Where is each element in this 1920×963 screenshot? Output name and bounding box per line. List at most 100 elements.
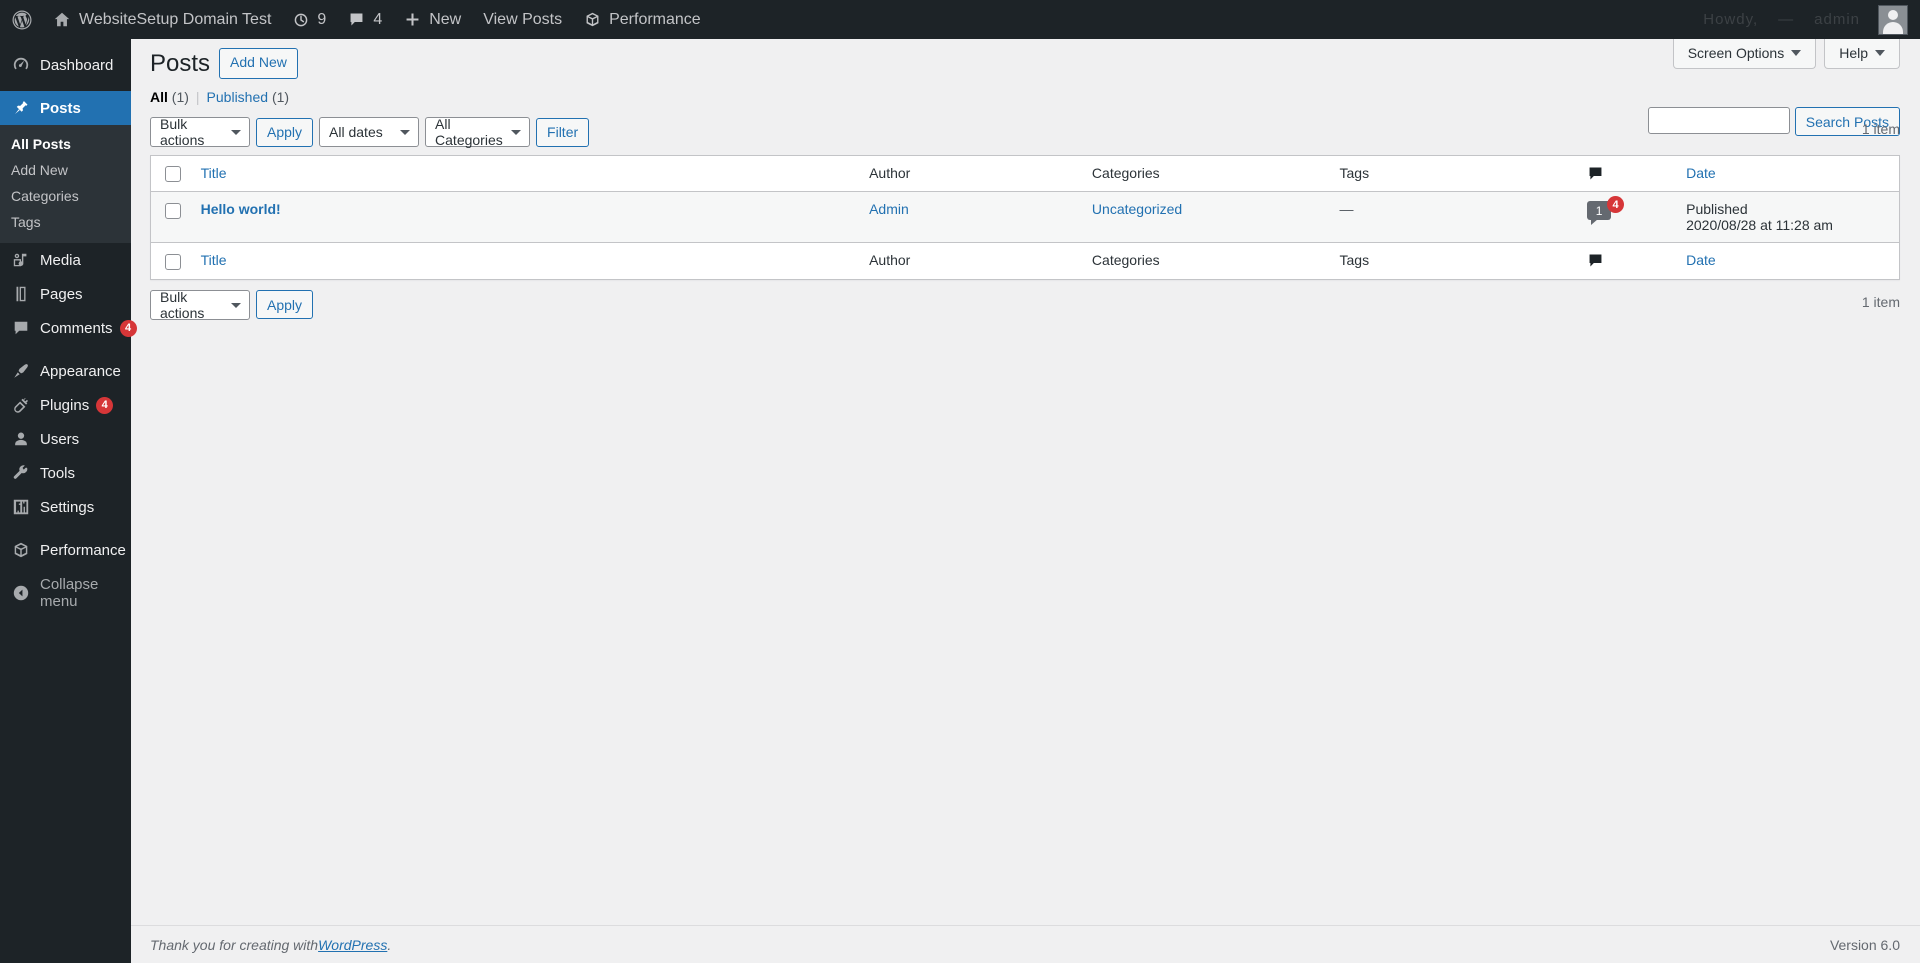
column-tags-footer: Tags	[1329, 242, 1578, 278]
admin-footer: Thank you for creating with WordPress . …	[131, 925, 1920, 963]
new-content-menu[interactable]: New	[393, 0, 472, 39]
sidebar-separator	[0, 524, 131, 533]
sidebar-item-comments[interactable]: Comments 4	[0, 311, 137, 345]
row-checkbox[interactable]	[165, 202, 181, 219]
sidebar-item-posts[interactable]: Posts	[0, 91, 139, 125]
sidebar-separator	[0, 345, 131, 354]
row-author-cell: Admin	[859, 192, 1082, 242]
sort-by-title-link-footer[interactable]: Title	[201, 252, 227, 268]
comments-menu[interactable]: 4	[337, 0, 393, 39]
view-all-link[interactable]: All	[150, 89, 168, 105]
plus-icon	[404, 11, 421, 28]
sidebar-item-appearance[interactable]: Appearance	[0, 354, 131, 388]
collapse-menu-label: Collapse menu	[40, 576, 99, 610]
view-published-link[interactable]: Published	[207, 89, 269, 105]
post-title-link[interactable]: Hello world!	[201, 201, 281, 217]
help-toggle[interactable]: Help	[1824, 39, 1900, 69]
bulk-actions-select-bottom[interactable]: Bulk actions	[150, 289, 250, 321]
row-date-cell: Published 2020/08/28 at 11:28 am	[1676, 192, 1899, 242]
performance-menu[interactable]: Performance	[573, 0, 712, 39]
howdy-ghost-dash: —	[1778, 11, 1795, 28]
view-posts-label: View Posts	[483, 10, 563, 28]
row-title-cell: Hello world!	[191, 192, 859, 242]
avatar[interactable]	[1878, 4, 1908, 35]
plugins-update-badge: 4	[96, 396, 114, 414]
select-all-checkbox-top[interactable]	[165, 166, 181, 183]
site-name-menu[interactable]: WebsiteSetup Domain Test	[42, 0, 282, 39]
apply-bulk-action-button-bottom[interactable]: Apply	[256, 290, 314, 320]
view-all[interactable]: All (1)	[150, 89, 189, 105]
screen-options-toggle[interactable]: Screen Options	[1672, 39, 1817, 69]
item-count-top: 1 item	[1861, 121, 1900, 138]
sidebar-item-label: Dashboard	[40, 56, 114, 74]
sidebar-item-label: Tools	[40, 464, 76, 482]
column-tags-label: Tags	[1339, 165, 1370, 182]
sort-by-date-link[interactable]: Date	[1686, 165, 1716, 181]
sort-by-title-link[interactable]: Title	[201, 165, 227, 181]
howdy-ghost-user: admin	[1814, 11, 1860, 28]
collapse-menu-button[interactable]: Collapse menu	[0, 576, 131, 610]
sidebar-top-spacer	[0, 39, 131, 48]
column-tags: Tags	[1329, 156, 1578, 193]
chevron-left-circle-icon	[11, 583, 31, 603]
table-row: Hello world! Admin Uncategorized — 1 4 P…	[151, 192, 1899, 243]
date-filter-select[interactable]: All dates	[319, 117, 420, 148]
chevron-down-icon	[231, 302, 241, 308]
column-comments-footer	[1577, 242, 1677, 278]
sidebar-item-media[interactable]: Media	[0, 243, 131, 277]
sidebar-subitem-tags[interactable]: Tags	[0, 209, 131, 235]
post-author-link[interactable]: Admin	[869, 201, 909, 217]
select-all-checkbox-bottom[interactable]	[165, 253, 181, 270]
sidebar-item-dashboard[interactable]: Dashboard	[0, 48, 131, 82]
sidebar-subitem-categories[interactable]: Categories	[0, 183, 131, 209]
posts-table: Title Author Categories Tags Date Hello …	[150, 155, 1900, 280]
sidebar-item-plugins[interactable]: Plugins 4	[0, 388, 131, 422]
sidebar-subitem-label: All Posts	[11, 136, 71, 152]
sidebar-subitem-add-new[interactable]: Add New	[0, 157, 131, 183]
apply-bulk-action-button-top[interactable]: Apply	[256, 117, 314, 147]
sort-by-date-link-footer[interactable]: Date	[1686, 252, 1716, 268]
sidebar-item-label: Performance	[40, 541, 126, 559]
page-header: Posts Add New	[150, 39, 1900, 79]
category-filter-select[interactable]: All Categories	[425, 116, 531, 148]
site-name-label: WebsiteSetup Domain Test	[79, 10, 272, 28]
sidebar-item-tools[interactable]: Tools	[0, 456, 131, 490]
row-comments-cell: 1 4	[1577, 192, 1676, 242]
cube-icon	[584, 11, 601, 28]
sidebar-item-performance[interactable]: Performance	[0, 533, 131, 567]
chevron-down-icon	[231, 130, 241, 136]
bulk-actions-select-top[interactable]: Bulk actions	[150, 116, 250, 148]
screen-options-label: Screen Options	[1687, 45, 1785, 61]
footer-thanks-prefix: Thank you for creating with	[150, 936, 319, 953]
post-category-link[interactable]: Uncategorized	[1092, 201, 1182, 217]
footer-thanks-suffix: .	[387, 936, 392, 953]
pending-comments-badge[interactable]: 4	[1607, 196, 1625, 214]
sidebar-item-settings[interactable]: Settings	[0, 490, 131, 524]
sidebar-item-pages[interactable]: Pages	[0, 277, 131, 311]
sidebar-subitem-all-posts[interactable]: All Posts	[0, 131, 131, 157]
chevron-down-icon	[1791, 50, 1802, 56]
new-label: New	[429, 10, 462, 28]
sidebar-item-label: Plugins	[40, 396, 90, 414]
wordpress-org-link[interactable]: WordPress	[318, 937, 387, 953]
sidebar-item-users[interactable]: Users	[0, 422, 131, 456]
sidebar-item-label: Posts	[40, 99, 81, 117]
view-published[interactable]: Published (1)	[207, 89, 290, 105]
column-categories: Categories	[1081, 156, 1330, 193]
filter-button[interactable]: Filter	[536, 117, 590, 147]
sidebar-item-label: Settings	[40, 498, 95, 516]
row-categories-cell: Uncategorized	[1082, 192, 1330, 242]
pin-icon	[11, 98, 31, 118]
view-posts-menu[interactable]: View Posts	[472, 0, 573, 39]
column-comments	[1577, 156, 1677, 193]
main-content: Screen Options Help Posts Add New All (1…	[131, 39, 1920, 963]
wrench-icon	[11, 463, 31, 483]
sidebar-submenu-posts: All Posts Add New Categories Tags	[0, 125, 131, 243]
add-new-post-button[interactable]: Add New	[219, 48, 298, 79]
wp-logo-menu[interactable]	[0, 0, 42, 39]
post-status-views: All (1) | Published (1)	[150, 89, 1900, 105]
page-title: Posts	[150, 50, 211, 77]
select-all-footer	[151, 242, 191, 278]
updates-menu[interactable]: 9	[282, 0, 337, 39]
item-count-bottom: 1 item	[1861, 293, 1900, 310]
